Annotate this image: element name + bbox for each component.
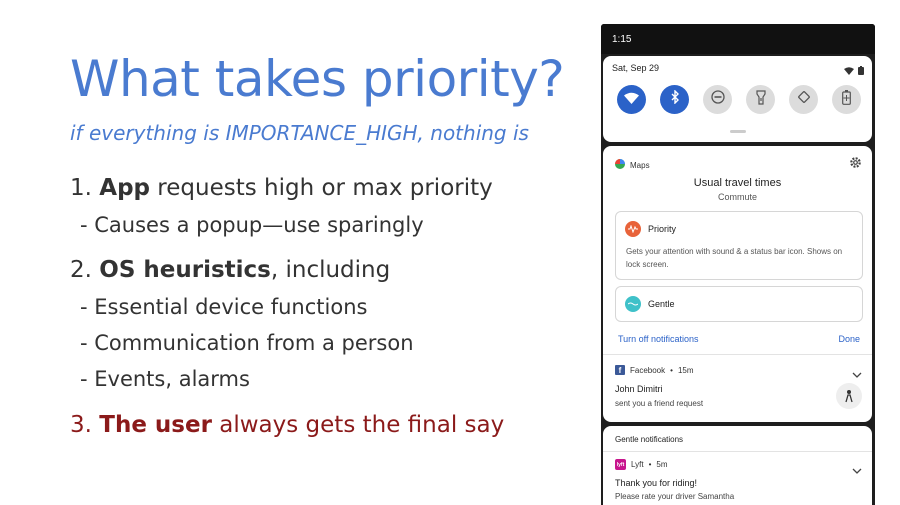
divider — [603, 354, 872, 355]
chevron-down-icon[interactable] — [852, 461, 862, 479]
priority-label: Priority — [648, 224, 677, 234]
bullet-text: requests high or max priority — [150, 175, 493, 201]
turn-off-notifications-button[interactable]: Turn off notifications — [618, 334, 699, 344]
gentle-option[interactable]: Gentle — [615, 286, 863, 322]
status-time: 1:15 — [612, 34, 632, 45]
qs-status-icons — [844, 62, 864, 80]
auto-rotate-icon — [797, 90, 811, 109]
chevron-down-icon[interactable] — [852, 365, 862, 383]
bluetooth-tile[interactable] — [660, 85, 689, 114]
maps-icon — [615, 156, 625, 174]
bullet-user: 3. The user always gets the final say — [70, 412, 504, 438]
lyft-time: 5m — [656, 460, 668, 469]
facebook-time: 15m — [677, 365, 694, 375]
bullet-os-heuristics: 2. OS heuristics, including — [70, 257, 390, 283]
priority-sound-icon — [625, 221, 641, 237]
bluetooth-icon — [670, 89, 680, 109]
drag-handle[interactable] — [730, 130, 746, 133]
wifi-signal-icon — [844, 62, 854, 80]
divider — [603, 451, 872, 452]
gear-icon[interactable] — [849, 156, 862, 174]
wifi-tile[interactable] — [617, 85, 646, 114]
maps-notification-subtitle: Commute — [717, 192, 757, 202]
sub-bullet-popup: - Causes a popup—use sparingly — [80, 213, 424, 237]
gentle-label: Gentle — [648, 299, 675, 309]
bullet-number: 2. — [70, 257, 100, 283]
gentle-section-header: Gentle notifications — [615, 435, 684, 444]
facebook-icon: f — [615, 365, 625, 375]
auto-rotate-tile[interactable] — [789, 85, 818, 114]
qs-date: Sat, Sep 29 — [612, 63, 660, 73]
bullet-app: 1. App requests high or max priority — [70, 175, 493, 201]
slide-subtitle: if everything is IMPORTANCE_HIGH, nothin… — [70, 121, 529, 145]
wifi-icon — [624, 91, 639, 109]
sub-bullet-communication: - Communication from a person — [80, 331, 414, 355]
maps-notification[interactable]: Maps Usual travel times Commute Priority… — [603, 146, 872, 422]
status-bar: 1:15 — [601, 24, 875, 54]
bullet-text: , including — [270, 257, 391, 283]
separator-dot: • — [648, 460, 652, 469]
lyft-notification-title: Thank you for riding! — [615, 478, 698, 488]
battery-icon — [858, 62, 864, 80]
sub-bullet-essential: - Essential device functions — [80, 295, 368, 319]
bullet-bold: App — [99, 175, 150, 201]
maps-app-name: Maps — [630, 160, 650, 170]
bullet-text: always gets the final say — [211, 412, 505, 438]
avatar — [836, 383, 862, 409]
slide-title: What takes priority? — [70, 50, 565, 108]
priority-description: Gets your attention with sound & a statu… — [626, 247, 843, 269]
phone-screen: 1:15 Sat, Sep 29 Maps Usual travel times… — [601, 24, 875, 505]
quick-settings-panel: Sat, Sep 29 — [603, 56, 872, 142]
gentle-icon — [625, 296, 641, 312]
facebook-sender: John Dimitri — [615, 384, 663, 394]
facebook-app-row: f Facebook • 15m — [615, 365, 694, 375]
priority-option[interactable]: Priority Gets your attention with sound … — [615, 211, 863, 280]
lyft-app-row: lyft Lyft • 5m — [615, 459, 668, 470]
battery-saver-tile[interactable] — [832, 85, 861, 114]
lyft-icon: lyft — [615, 459, 626, 470]
bullet-number: 3. — [70, 412, 100, 438]
bullet-bold: The user — [99, 412, 212, 438]
facebook-message: sent you a friend request — [615, 399, 704, 408]
quick-settings-tiles — [617, 85, 861, 114]
do-not-disturb-icon — [710, 90, 725, 109]
flashlight-tile[interactable] — [746, 85, 775, 114]
do-not-disturb-tile[interactable] — [703, 85, 732, 114]
sub-bullet-events: - Events, alarms — [80, 367, 250, 391]
gentle-notifications-section: Gentle notifications lyft Lyft • 5m Than… — [603, 426, 872, 505]
battery-saver-icon — [842, 89, 851, 110]
flashlight-icon — [755, 89, 766, 110]
maps-notification-title: Usual travel times — [693, 177, 782, 189]
separator-dot: • — [670, 365, 673, 375]
lyft-notification-message: Please rate your driver Samantha — [615, 492, 735, 501]
bullet-number: 1. — [70, 175, 100, 201]
maps-app-row: Maps — [615, 156, 650, 174]
bullet-bold: OS heuristics — [99, 257, 271, 283]
facebook-app-name: Facebook — [630, 365, 666, 375]
lyft-app-name: Lyft — [631, 460, 644, 469]
done-button[interactable]: Done — [838, 334, 860, 344]
